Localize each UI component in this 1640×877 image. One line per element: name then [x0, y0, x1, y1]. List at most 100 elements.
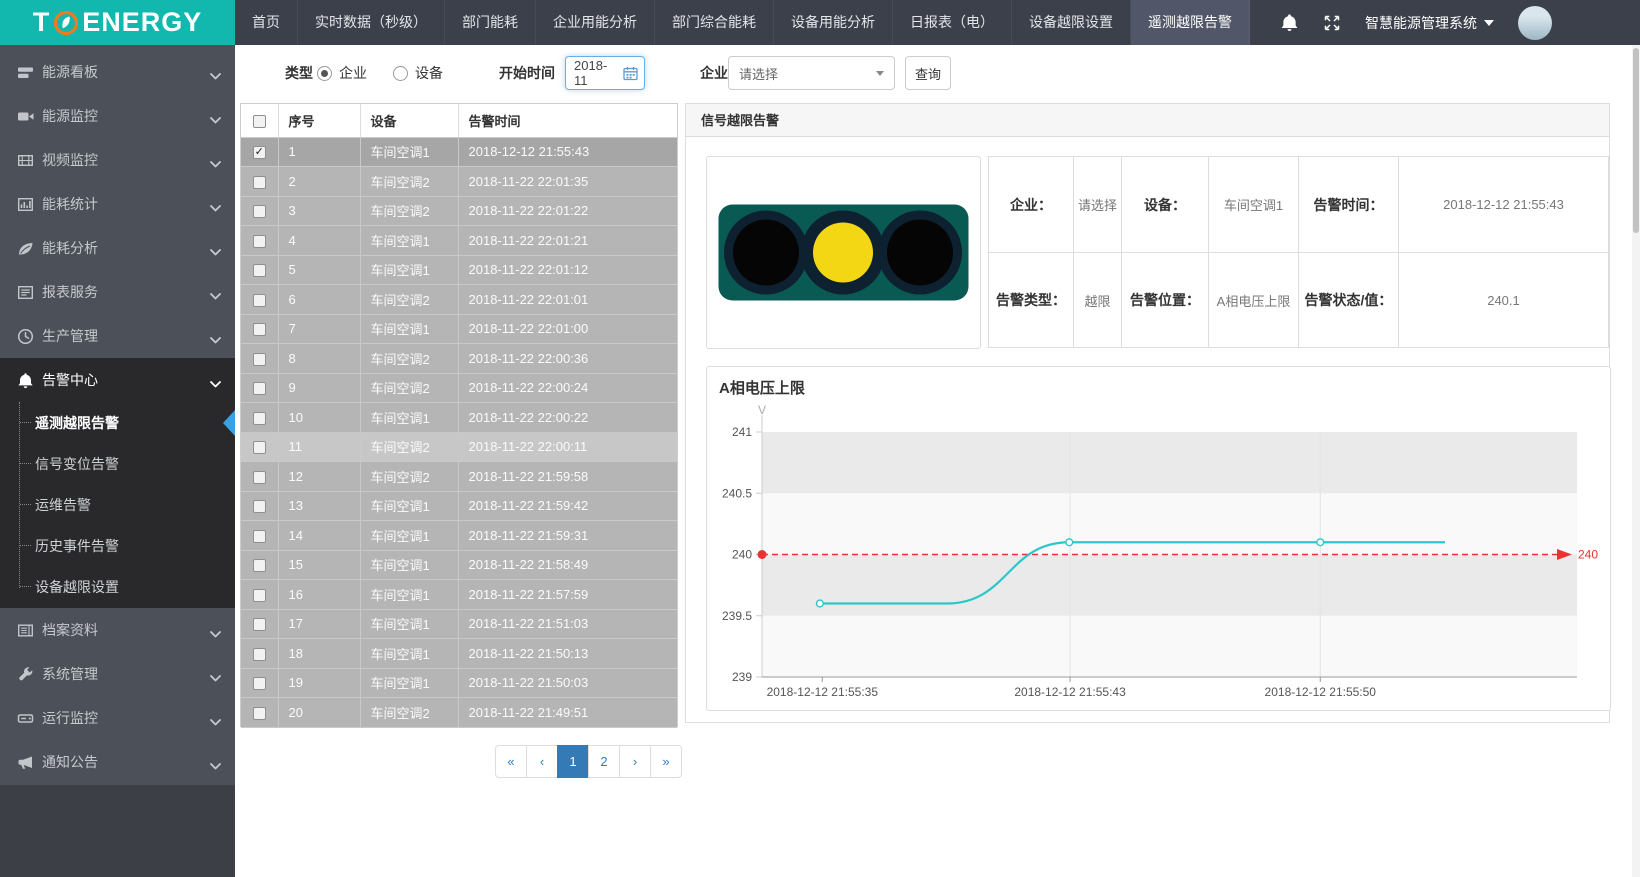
table-row-5[interactable]: 5车间空调12018-11-22 22:01:12: [241, 255, 677, 285]
row-checkbox[interactable]: [253, 707, 266, 720]
info-label: 告警状态/值：: [1298, 252, 1398, 347]
row-checkbox[interactable]: [253, 412, 266, 425]
row-checkbox[interactable]: [253, 648, 266, 661]
table-row-11[interactable]: 11车间空调22018-11-22 22:00:11: [241, 432, 677, 462]
page-last-button[interactable]: »: [650, 745, 682, 778]
row-checkbox[interactable]: ✓: [253, 146, 266, 159]
sidebar-item-1[interactable]: 能源监控: [0, 94, 235, 138]
page-2-button[interactable]: 2: [588, 745, 620, 778]
table-row-17[interactable]: 17车间空调12018-11-22 21:51:03: [241, 609, 677, 639]
svg-text:2018-12-12 21:55:43: 2018-12-12 21:55:43: [1014, 685, 1126, 699]
info-value: 2018-12-12 21:55:43: [1398, 157, 1608, 252]
select-all-checkbox[interactable]: [253, 115, 266, 128]
table-row-15[interactable]: 15车间空调12018-11-22 21:58:49: [241, 550, 677, 580]
table-row-4[interactable]: 4车间空调12018-11-22 22:01:21: [241, 226, 677, 256]
fullscreen-icon[interactable]: [1323, 14, 1341, 32]
sidebar-item-4[interactable]: 能耗分析: [0, 226, 235, 270]
row-checkbox[interactable]: [253, 530, 266, 543]
table-row-18[interactable]: 18车间空调12018-11-22 21:50:13: [241, 639, 677, 669]
table-row-19[interactable]: 19车间空调12018-11-22 21:50:03: [241, 668, 677, 698]
row-checkbox[interactable]: [253, 294, 266, 307]
nav-item-0[interactable]: 首页: [235, 0, 298, 45]
cell-time: 2018-11-22 22:00:24: [458, 373, 677, 403]
nav-item-6[interactable]: 日报表（电）: [893, 0, 1012, 45]
table-row-20[interactable]: 20车间空调22018-11-22 21:49:51: [241, 698, 677, 728]
page-first-button[interactable]: «: [495, 745, 527, 778]
page-scrollbar[interactable]: [1632, 45, 1640, 877]
row-checkbox[interactable]: [253, 353, 266, 366]
sidebar-item-0[interactable]: 能源看板: [0, 50, 235, 94]
table-row-6[interactable]: 6车间空调22018-11-22 22:01:01: [241, 285, 677, 315]
sidebar-item-10[interactable]: 运行监控: [0, 696, 235, 740]
row-checkbox[interactable]: [253, 323, 266, 336]
table-row-10[interactable]: 10车间空调12018-11-22 22:00:22: [241, 403, 677, 433]
row-checkbox[interactable]: [253, 559, 266, 572]
page-prev-button[interactable]: ‹: [526, 745, 558, 778]
table-row-2[interactable]: 2车间空调22018-11-22 22:01:35: [241, 167, 677, 197]
chevron-down-icon: [210, 67, 221, 83]
cell-no: 7: [278, 314, 360, 344]
sidebar-subitem-3[interactable]: 历史事件告警: [0, 525, 235, 566]
sidebar-subitem-1[interactable]: 信号变位告警: [0, 443, 235, 484]
clock-icon: [17, 328, 34, 345]
cell-time: 2018-11-22 21:51:03: [458, 609, 677, 639]
sidebar-subitem-0[interactable]: 遥测越限告警: [0, 402, 235, 443]
row-checkbox[interactable]: [253, 176, 266, 189]
page-next-button[interactable]: ›: [619, 745, 651, 778]
svg-text:2018-12-12 21:55:50: 2018-12-12 21:55:50: [1265, 685, 1377, 699]
radio-icon[interactable]: [393, 66, 408, 81]
sidebar-subitem-4[interactable]: 设备越限设置: [0, 566, 235, 607]
nav-item-2[interactable]: 部门能耗: [445, 0, 536, 45]
sidebar-item-11[interactable]: 通知公告: [0, 740, 235, 784]
query-button[interactable]: 查询: [905, 56, 951, 90]
table-row-1[interactable]: ✓1车间空调12018-12-12 21:55:43: [241, 137, 677, 167]
page-1-button[interactable]: 1: [557, 745, 589, 778]
nav-item-1[interactable]: 实时数据（秒级）: [298, 0, 445, 45]
row-checkbox[interactable]: [253, 205, 266, 218]
sidebar-item-2[interactable]: 视频监控: [0, 138, 235, 182]
type-radio-1[interactable]: 设备: [393, 63, 443, 83]
sidebar-item-6[interactable]: 生产管理: [0, 314, 235, 358]
type-radio-0[interactable]: 企业: [317, 63, 367, 83]
row-checkbox[interactable]: [253, 382, 266, 395]
table-row-7[interactable]: 7车间空调12018-11-22 22:01:00: [241, 314, 677, 344]
sidebar-item-7[interactable]: 告警中心: [0, 358, 235, 402]
radio-icon[interactable]: [317, 66, 332, 81]
system-title-menu[interactable]: 智慧能源管理系统: [1365, 13, 1494, 33]
select-all-header: [241, 104, 278, 137]
row-checkbox[interactable]: [253, 618, 266, 631]
start-time-input[interactable]: 2018-11: [565, 56, 645, 90]
table-row-14[interactable]: 14车间空调12018-11-22 21:59:31: [241, 521, 677, 551]
user-avatar[interactable]: [1518, 6, 1552, 40]
row-checkbox[interactable]: [253, 589, 266, 602]
table-row-8[interactable]: 8车间空调22018-11-22 22:00:36: [241, 344, 677, 374]
nav-item-5[interactable]: 设备用能分析: [774, 0, 893, 45]
row-checkbox[interactable]: [253, 677, 266, 690]
sidebar-item-8[interactable]: 档案资料: [0, 608, 235, 652]
sidebar-subitem-2[interactable]: 运维告警: [0, 484, 235, 525]
nav-item-7[interactable]: 设备越限设置: [1012, 0, 1131, 45]
sidebar-item-5[interactable]: 报表服务: [0, 270, 235, 314]
calendar-icon[interactable]: [623, 66, 638, 81]
row-checkbox[interactable]: [253, 471, 266, 484]
nav-item-3[interactable]: 企业用能分析: [536, 0, 655, 45]
notifications-bell-icon[interactable]: [1280, 13, 1299, 32]
row-checkbox[interactable]: [253, 264, 266, 277]
nav-item-8[interactable]: 遥测越限告警: [1131, 0, 1250, 45]
table-row-3[interactable]: 3车间空调22018-11-22 22:01:22: [241, 196, 677, 226]
sidebar-item-3[interactable]: 能耗统计: [0, 182, 235, 226]
sidebar-item-9[interactable]: 系统管理: [0, 652, 235, 696]
table-row-12[interactable]: 12车间空调22018-11-22 21:59:58: [241, 462, 677, 492]
enterprise-select[interactable]: 请选择: [728, 56, 895, 90]
row-checkbox[interactable]: [253, 441, 266, 454]
table-row-13[interactable]: 13车间空调12018-11-22 21:59:42: [241, 491, 677, 521]
row-checkbox[interactable]: [253, 500, 266, 513]
table-row-16[interactable]: 16车间空调12018-11-22 21:57:59: [241, 580, 677, 610]
cell-time: 2018-11-22 22:00:11: [458, 432, 677, 462]
leaf-icon: [17, 240, 34, 257]
voltage-chart: 239239.5240240.52412018-12-12 21:55:3520…: [707, 367, 1612, 717]
nav-item-4[interactable]: 部门综合能耗: [655, 0, 774, 45]
row-checkbox[interactable]: [253, 235, 266, 248]
scrollbar-thumb[interactable]: [1633, 48, 1639, 233]
table-row-9[interactable]: 9车间空调22018-11-22 22:00:24: [241, 373, 677, 403]
